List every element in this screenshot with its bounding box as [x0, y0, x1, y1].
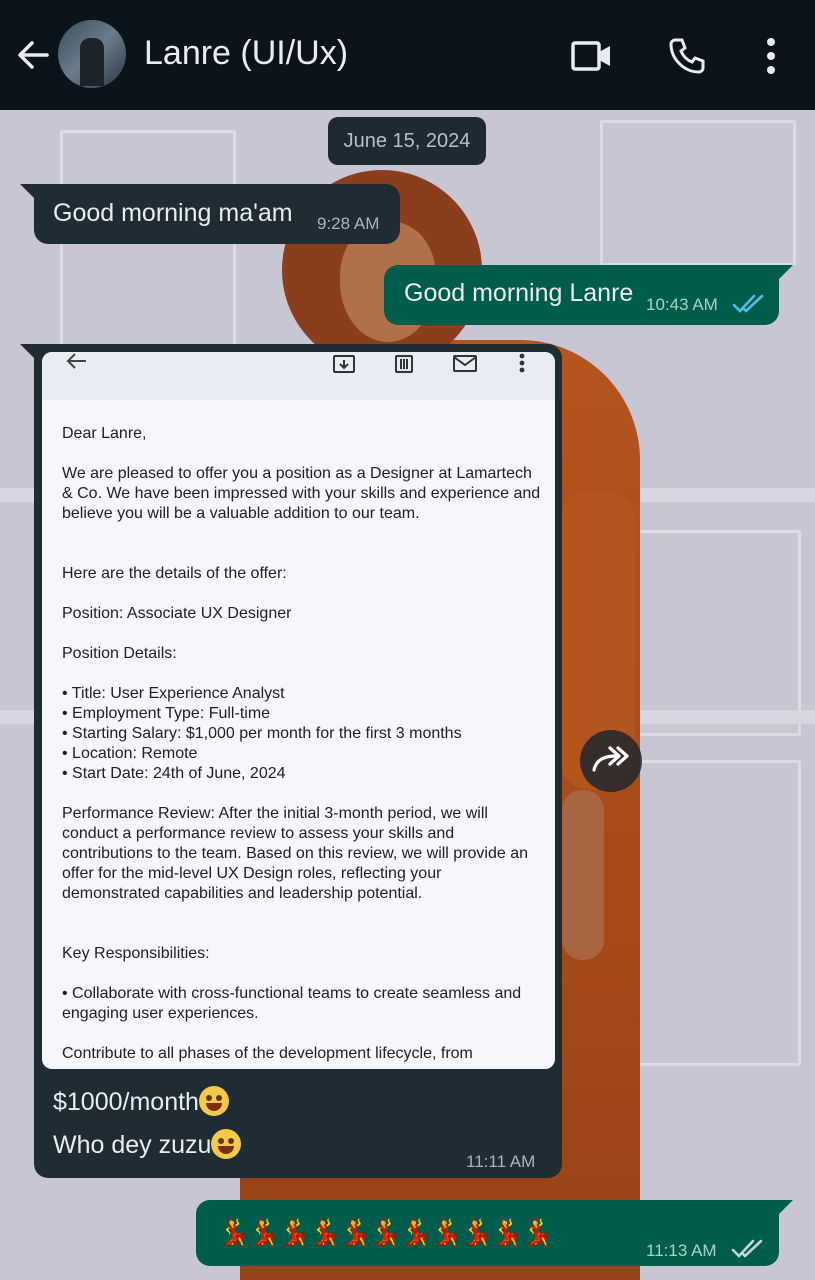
- email-body: Dear Lanre, We are pleased to offer you …: [62, 424, 542, 1064]
- email-bullet: • Location: Remote: [62, 745, 198, 762]
- message-text: Good morning Lanre: [404, 279, 634, 307]
- message-bubble-incoming[interactable]: Good morning ma'am 9:28 AM: [20, 184, 400, 244]
- email-position: Position: Associate UX Designer: [62, 605, 292, 622]
- message-text: 💃💃💃💃💃💃💃💃💃💃💃: [218, 1217, 554, 1247]
- avatar[interactable]: [58, 20, 126, 88]
- email-greeting: Dear Lanre,: [62, 425, 147, 442]
- message-caption-line: Who dey zuzu: [53, 1129, 242, 1160]
- delete-icon: [393, 354, 415, 381]
- money-mouth-emoji-icon: [198, 1086, 229, 1116]
- phone-icon[interactable]: [667, 36, 707, 76]
- arrow-left-icon[interactable]: [14, 36, 52, 74]
- email-cut-off-line: Contribute to all phases of the developm…: [62, 1045, 473, 1062]
- email-position-details-heading: Position Details:: [62, 645, 177, 662]
- email-intro: We are pleased to offer you a position a…: [62, 465, 541, 522]
- message-bubble-image[interactable]: Dear Lanre, We are pleased to offer you …: [20, 344, 562, 1178]
- message-caption-line: $1000/month: [53, 1086, 229, 1117]
- message-time: 11:13 AM: [646, 1241, 717, 1260]
- date-separator: June 15, 2024: [328, 117, 486, 165]
- email-responsibility: • Collaborate with cross-functional team…: [62, 985, 522, 1022]
- laughing-emoji-icon: [211, 1129, 242, 1159]
- message-bubble-outgoing[interactable]: 💃💃💃💃💃💃💃💃💃💃💃 11:13 AM: [196, 1200, 793, 1266]
- email-performance-review: Performance Review: After the initial 3-…: [62, 805, 529, 902]
- delivered-receipt-icon: [731, 1238, 765, 1265]
- message-time: 10:43 AM: [646, 295, 718, 314]
- message-time: 9:28 AM: [317, 214, 380, 233]
- email-bullet: • Employment Type: Full-time: [62, 705, 271, 722]
- read-receipt-icon: [732, 293, 766, 320]
- forward-icon: [592, 746, 629, 772]
- archive-icon: [332, 354, 356, 381]
- more-vert-icon: [518, 352, 526, 381]
- arrow-left-icon: [64, 352, 90, 379]
- mail-icon: [452, 354, 478, 381]
- email-toolbar: [42, 352, 555, 400]
- message-time: 11:11 AM: [466, 1152, 536, 1171]
- email-bullet: • Title: User Experience Analyst: [62, 685, 285, 702]
- chat-header: Lanre (UI/Ux): [0, 0, 815, 110]
- email-bullet: • Starting Salary: $1,000 per month for …: [62, 725, 462, 742]
- message-bubble-outgoing[interactable]: Good morning Lanre 10:43 AM: [384, 265, 793, 325]
- email-screenshot-image[interactable]: Dear Lanre, We are pleased to offer you …: [42, 352, 555, 1069]
- email-bullet: • Start Date: 24th of June, 2024: [62, 765, 286, 782]
- contact-name[interactable]: Lanre (UI/Ux): [144, 34, 348, 73]
- more-vert-icon[interactable]: [752, 36, 788, 76]
- email-responsibilities-heading: Key Responsibilities:: [62, 945, 210, 962]
- message-text: Good morning ma'am: [53, 199, 293, 227]
- video-call-icon[interactable]: [570, 36, 610, 76]
- email-details-heading: Here are the details of the offer:: [62, 565, 287, 582]
- forward-button[interactable]: [580, 730, 642, 792]
